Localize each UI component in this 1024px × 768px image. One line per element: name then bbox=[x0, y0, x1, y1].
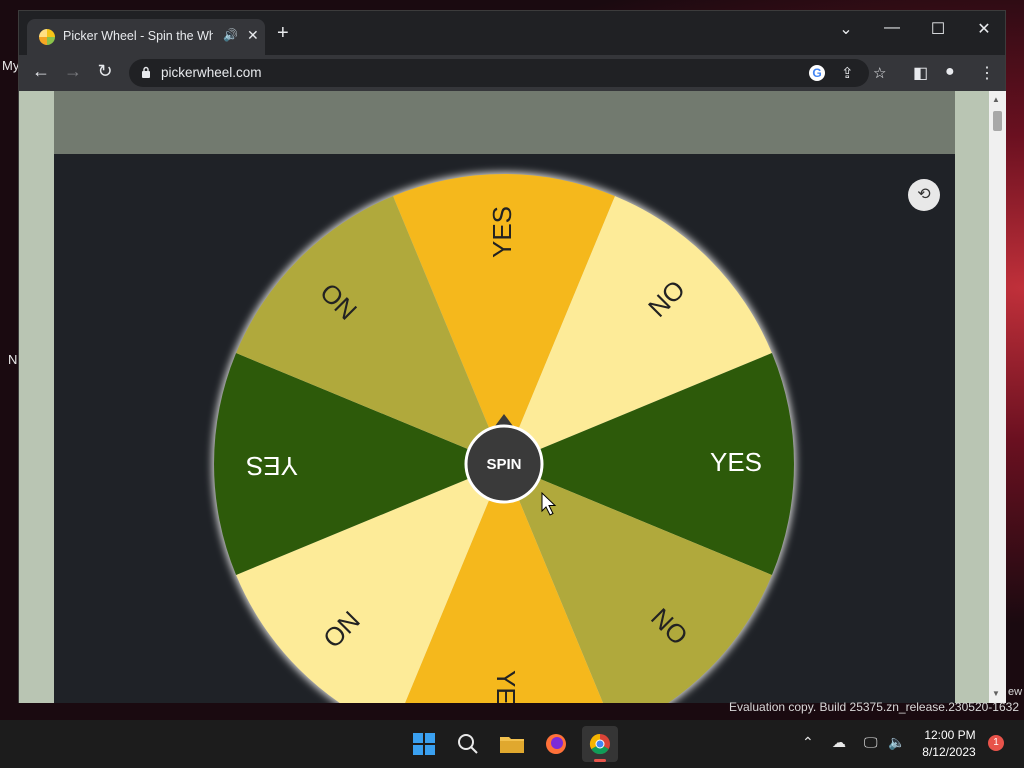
folder-icon bbox=[500, 737, 524, 753]
clock-date[interactable]: 8/12/2023 bbox=[916, 745, 982, 759]
new-tab-button[interactable]: + bbox=[277, 23, 289, 43]
desktop-label: My bbox=[2, 58, 20, 73]
notification-badge[interactable]: 1 bbox=[988, 735, 1004, 751]
browser-toolbar: ← → ↻ pickerwheel.com G ⇪ ☆ ◧ ● ⋮ bbox=[19, 55, 1005, 91]
clock-time[interactable]: 12:00 PM bbox=[920, 728, 980, 742]
close-tab-icon[interactable]: ✕ bbox=[247, 27, 259, 44]
share-icon[interactable]: ⇪ bbox=[841, 64, 854, 82]
reload-button[interactable]: ↻ bbox=[93, 61, 117, 82]
wheel-slice-label: YES bbox=[246, 451, 298, 481]
windows-icon bbox=[413, 733, 435, 755]
wheel-slice-label: YES bbox=[487, 206, 517, 258]
menu-icon[interactable]: ⋮ bbox=[979, 63, 995, 83]
picker-wheel[interactable]: YESNOYESNOYESNOYESNOSPIN bbox=[54, 154, 955, 703]
browser-tab[interactable]: Picker Wheel - Spin the Wheel 🔊 ✕ bbox=[27, 19, 265, 55]
chrome-icon bbox=[589, 733, 610, 762]
back-button[interactable]: ← bbox=[29, 61, 53, 82]
volume-icon[interactable]: 🔈 bbox=[888, 734, 905, 751]
close-window-button[interactable]: ✕ bbox=[969, 19, 999, 39]
side-panel-icon[interactable]: ◧ bbox=[913, 63, 928, 83]
minimize-button[interactable]: — bbox=[877, 19, 907, 37]
desktop-label: ew bbox=[1008, 686, 1023, 698]
tab-search-icon[interactable]: ⌄ bbox=[831, 19, 861, 39]
forward-button[interactable]: → bbox=[61, 61, 85, 82]
scroll-thumb[interactable] bbox=[993, 111, 1002, 131]
chevron-up-icon[interactable]: ⌃ bbox=[802, 734, 814, 751]
search-icon bbox=[458, 734, 478, 754]
scroll-up-icon[interactable]: ▲ bbox=[992, 95, 1000, 104]
page-header-band bbox=[54, 91, 955, 154]
maximize-button[interactable]: ☐ bbox=[923, 19, 953, 39]
file-explorer-button[interactable] bbox=[494, 726, 530, 762]
page-viewport: YES NO YES NO YES NO YES NO SPIN ⟲ bbox=[19, 91, 989, 703]
address-bar[interactable]: pickerwheel.com G ⇪ ☆ bbox=[129, 59, 886, 87]
wheel-container: YES NO YES NO YES NO YES NO SPIN ⟲ bbox=[54, 154, 955, 703]
google-icon[interactable]: G bbox=[809, 65, 825, 81]
speaker-icon[interactable]: 🔊 bbox=[223, 28, 238, 42]
chrome-button[interactable] bbox=[582, 726, 618, 762]
desktop-label: N bbox=[8, 352, 18, 367]
firefox-icon bbox=[546, 734, 566, 754]
network-icon[interactable]: 🖵 bbox=[864, 734, 878, 751]
search-button[interactable] bbox=[450, 726, 486, 762]
firefox-button[interactable] bbox=[538, 726, 574, 762]
tab-bar: Picker Wheel - Spin the Wheel 🔊 ✕ + ⌄ — … bbox=[19, 11, 1005, 55]
browser-window: Picker Wheel - Spin the Wheel 🔊 ✕ + ⌄ — … bbox=[18, 10, 1006, 703]
tab-title: Picker Wheel - Spin the Wheel bbox=[63, 29, 213, 43]
scroll-down-icon[interactable]: ▼ bbox=[992, 689, 1000, 698]
spin-button-label[interactable]: SPIN bbox=[486, 456, 521, 473]
wheel-slice-label: YES bbox=[710, 447, 762, 477]
evaluation-watermark: Evaluation copy. Build 25375.zn_release.… bbox=[729, 700, 1019, 714]
scrollbar[interactable]: ▲ ▼ bbox=[989, 91, 1006, 703]
wheel-slice-label: YES bbox=[491, 670, 521, 703]
bookmark-star-icon[interactable]: ☆ bbox=[873, 64, 886, 82]
picker-wheel-favicon-icon bbox=[39, 29, 55, 45]
profile-icon[interactable]: ● bbox=[945, 63, 955, 81]
url-text: pickerwheel.com bbox=[161, 65, 262, 80]
history-icon[interactable]: ⟲ bbox=[908, 179, 940, 211]
lock-icon bbox=[142, 66, 150, 78]
taskbar: ⌃ ☁ 🖵 🔈 12:00 PM 8/12/2023 1 bbox=[0, 720, 1024, 768]
start-button[interactable] bbox=[406, 726, 442, 762]
cloud-offline-icon[interactable]: ☁ bbox=[832, 734, 846, 751]
